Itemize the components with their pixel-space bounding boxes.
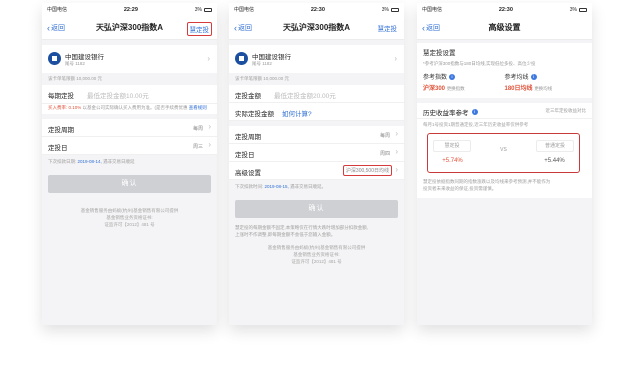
status-bar: 中国电信 22:29 3% bbox=[42, 3, 217, 16]
history-return-section: 历史收益率参考 i 近三年定投收益对比 每月1号投资1期普通定投,近三年历史收益率… bbox=[417, 103, 592, 198]
chevron-right-icon: › bbox=[394, 54, 397, 63]
reference-index[interactable]: 参考指数 i 沪深300 更换指数 bbox=[423, 72, 505, 92]
info-icon[interactable]: i bbox=[449, 73, 456, 80]
footnote: 慧定投的每期金额不固定,本策略仅在行情大跌时增加部分扣款金额, 上涨时不作调整,… bbox=[235, 225, 368, 237]
history-period-select[interactable]: 近三年定投收益对比 bbox=[546, 108, 587, 114]
day-row[interactable]: 定投日 周三 › bbox=[42, 137, 217, 155]
footer: 基金销售服务由蚂蚁(杭州)基金销售有限公司提供 基金销售业务资格证书: 证监许可… bbox=[80, 208, 179, 227]
normal-invest-pill: 普通定投 bbox=[536, 140, 574, 152]
smart-invest-link[interactable]: 慧定投 bbox=[376, 22, 400, 34]
battery-icon bbox=[203, 7, 212, 12]
info-icon[interactable]: i bbox=[471, 109, 478, 115]
actual-amount-row: 实际定投金额 如何计算? bbox=[229, 103, 404, 121]
nav-bar: ‹ 返回 天弘沪深300指数A 慧定投 bbox=[229, 16, 404, 40]
chevron-right-icon: › bbox=[395, 165, 398, 174]
battery-level: 3% bbox=[194, 6, 202, 13]
page-title: 高级设置 bbox=[488, 23, 521, 32]
period-row[interactable]: 定投周期 每周 › bbox=[42, 119, 217, 137]
reference-ma[interactable]: 参考均线 i 180日均线 更换均线 bbox=[505, 72, 587, 92]
bank-logo-icon bbox=[235, 52, 248, 65]
period-row[interactable]: 定投周期 每周 › bbox=[229, 126, 404, 144]
bank-logo-icon bbox=[48, 52, 61, 65]
clock: 22:30 bbox=[310, 6, 325, 13]
fee-info: 买入费率: 0.10% 以基金公司实际确认买入费用为准。(是否手续费优惠 查看规… bbox=[42, 104, 217, 114]
carrier: 中国电信 bbox=[47, 7, 68, 13]
next-deduction-hint: 下次扣款日期: 2019-08-14, 遇非交易日顺延 bbox=[48, 159, 135, 164]
battery-icon bbox=[390, 7, 399, 12]
bank-tail: 尾号 1182 bbox=[65, 61, 85, 66]
confirm-button[interactable]: 确认 bbox=[48, 175, 211, 193]
nav-bar: ‹ 返回 天弘沪深300指数A 慧定投 bbox=[42, 16, 217, 40]
normal-return-value: +5.44% bbox=[544, 158, 565, 164]
chevron-right-icon: › bbox=[207, 54, 210, 63]
amount-input[interactable]: 最低定投金额20.00元 bbox=[274, 90, 336, 100]
clock: 22:29 bbox=[123, 6, 138, 13]
how-calc-link[interactable]: 如何计算? bbox=[282, 108, 312, 118]
phone-screen-smart-invest: 中国电信 22:30 3% ‹ 返回 天弘沪深300指数A 慧定投 中国建设银行 … bbox=[229, 3, 404, 325]
status-bar: 中国电信 22:30 3% bbox=[417, 3, 592, 16]
advanced-settings-row[interactable]: 高级设置 沪深300,500日均线 › bbox=[229, 162, 404, 180]
return-comparison: 慧定投 VS 普通定投 +5.74% +5.44% bbox=[427, 133, 580, 173]
smart-invest-link[interactable]: 慧定投 bbox=[186, 22, 212, 36]
bank-name: 中国建设银行 bbox=[65, 54, 104, 61]
footer: 基金销售服务由蚂蚁(杭州)基金销售有限公司提供 基金销售业务资格证书: 证监许可… bbox=[267, 245, 366, 264]
amount-row: 每期定投 最低定投金额10.00元 bbox=[42, 85, 217, 104]
confirm-button[interactable]: 确认 bbox=[235, 200, 398, 218]
phone-screen-advanced-settings: 中国电信 22:30 3% ‹ 返回 高级设置 慧定投设置 *参考沪深300指数与… bbox=[417, 3, 592, 325]
chevron-right-icon: › bbox=[208, 122, 211, 131]
chevron-right-icon: › bbox=[208, 140, 211, 149]
chevron-right-icon: › bbox=[395, 129, 398, 138]
battery-icon bbox=[578, 7, 587, 12]
status-bar: 中国电信 22:30 3% bbox=[229, 3, 404, 16]
phone-screen-investment-setup: 中国电信 22:29 3% ‹ 返回 天弘沪深300指数A 慧定投 中国建设银行 … bbox=[42, 3, 217, 325]
bank-card-row[interactable]: 中国建设银行 尾号 1182 › bbox=[229, 45, 404, 73]
amount-input[interactable]: 最低定投金额10.00元 bbox=[87, 90, 149, 100]
amount-row: 定投金额 最低定投金额20.00元 bbox=[229, 85, 404, 103]
day-row[interactable]: 定投日 周四 › bbox=[229, 144, 404, 162]
fee-rules-link[interactable]: 查看规则 bbox=[189, 105, 207, 110]
limit-note: 该卡单笔限额 10,000.00 元 bbox=[48, 76, 103, 81]
smart-return-value: +5.74% bbox=[442, 158, 463, 164]
bank-card-row[interactable]: 中国建设银行 尾号 1182 › bbox=[42, 45, 217, 73]
footnote: 慧定投依据指数同期的指数涨跌以及均线来参考预测,并不能作为 投资者未来收益的保证… bbox=[423, 179, 551, 191]
smart-settings-header: 慧定投设置 bbox=[417, 43, 592, 59]
clock: 22:30 bbox=[498, 6, 513, 13]
advanced-value: 沪深300,500日均线 bbox=[342, 165, 392, 176]
reference-settings: *参考沪深300指数与180日均线,实现低位多投、高位少投 参考指数 i 沪深30… bbox=[417, 59, 592, 98]
amount-label: 每期定投 bbox=[48, 93, 74, 100]
next-deduction-hint: 下次扣款时间: 2019-08-15, 遇非交易日顺延。 bbox=[235, 184, 327, 189]
nav-bar: ‹ 返回 高级设置 bbox=[417, 16, 592, 40]
info-icon[interactable]: i bbox=[530, 73, 537, 80]
chevron-right-icon: › bbox=[395, 147, 398, 156]
